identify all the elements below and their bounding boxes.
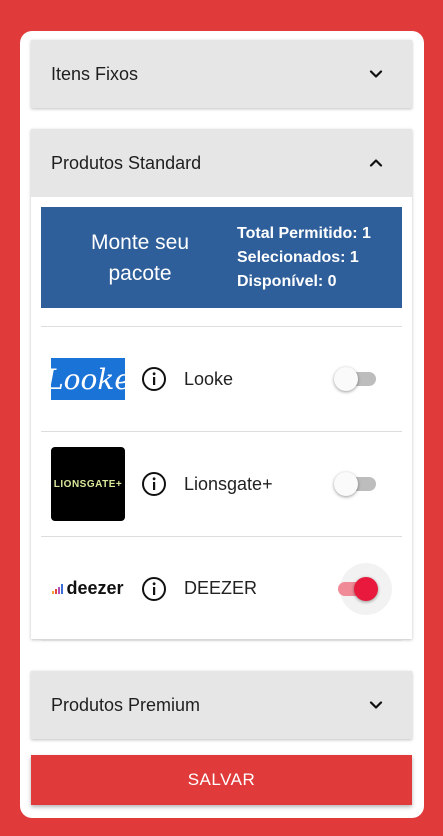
section-title: Itens Fixos	[51, 63, 139, 84]
chevron-up-icon[interactable]	[364, 151, 388, 175]
summary-heading: Monte seu pacote	[55, 227, 225, 289]
product-name: Lionsgate+	[184, 473, 273, 494]
selecionados: Selecionados: 1	[237, 248, 359, 266]
chevron-down-icon[interactable]	[364, 62, 388, 86]
info-icon[interactable]	[141, 576, 167, 602]
summary-heading-line1: Monte seu	[90, 230, 190, 254]
save-button[interactable]: SALVAR	[31, 755, 412, 805]
chevron-down-icon[interactable]	[364, 693, 388, 717]
section-header-produtos-premium[interactable]: Produtos Premium	[31, 671, 412, 739]
section-produtos-standard: Produtos Standard Monte seu pacote Total…	[31, 129, 412, 641]
total-permitido: Total Permitido: 1	[237, 224, 371, 242]
product-toggle-looke[interactable]	[334, 365, 378, 393]
deezer-logo: deezer	[51, 552, 125, 626]
section-title: Produtos Standard	[51, 152, 202, 173]
lionsgate-logo: LIONSGATE+	[51, 447, 125, 521]
summary-heading-line2: pacote	[108, 261, 172, 285]
section-header-produtos-standard[interactable]: Produtos Standard	[31, 129, 412, 197]
product-row-lionsgate: LIONSGATE+ Lionsgate+	[41, 431, 402, 536]
summary-counts: Total Permitido: 1 Selecionados: 1 Dispo…	[237, 222, 371, 294]
package-summary: Monte seu pacote Total Permitido: 1 Sele…	[41, 207, 402, 308]
info-icon[interactable]	[141, 471, 167, 497]
section-header-itens-fixos[interactable]: Itens Fixos	[31, 40, 412, 108]
section-itens-fixos: Itens Fixos	[31, 40, 412, 108]
deezer-bars-icon	[52, 583, 64, 594]
product-name: Looke	[184, 368, 234, 389]
section-title: Produtos Premium	[51, 694, 201, 715]
info-icon[interactable]	[141, 366, 167, 392]
product-name: DEEZER	[184, 578, 258, 598]
section-produtos-premium: Produtos Premium	[31, 671, 412, 739]
looke-logo: Looke	[45, 358, 131, 400]
product-toggle-lionsgate[interactable]	[334, 470, 378, 498]
product-toggle-deezer[interactable]	[334, 562, 392, 615]
product-list: Looke Looke LIONSGATE+ Lionsgate+ deezer…	[41, 326, 402, 641]
main-card: Itens Fixos Produtos Standard Monte seu …	[20, 31, 424, 818]
disponivel: Disponível: 0	[237, 272, 337, 290]
product-row-deezer: deezer DEEZER	[41, 536, 402, 641]
product-row-looke: Looke Looke	[41, 326, 402, 431]
